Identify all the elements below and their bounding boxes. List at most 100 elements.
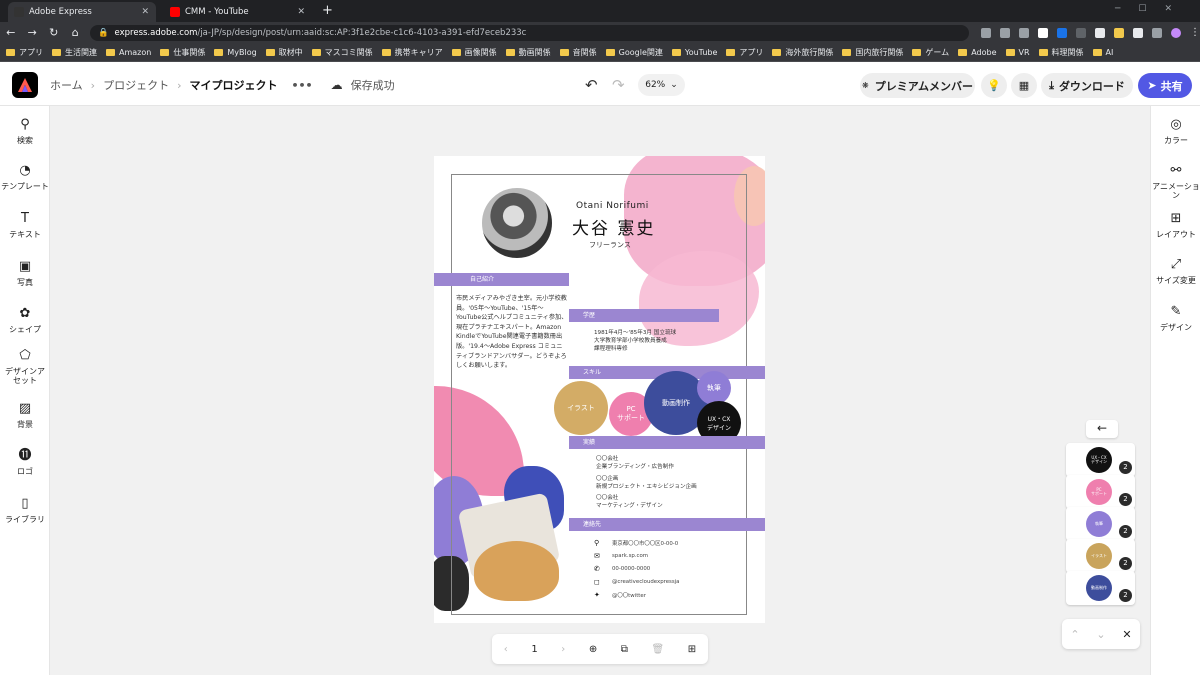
bookmark-item[interactable]: YouTube: [671, 48, 717, 57]
bookmark-star-icon[interactable]: [1019, 27, 1029, 38]
breadcrumb-my-project[interactable]: マイプロジェクト: [189, 77, 277, 93]
section-bar-contact[interactable]: 連絡先: [569, 518, 765, 531]
extension-icon[interactable]: [1095, 27, 1105, 38]
tab-youtube[interactable]: CMM - YouTube ✕: [164, 2, 312, 22]
chevron-down-icon[interactable]: ⌄: [1096, 628, 1105, 641]
forward-icon[interactable]: →: [21, 26, 42, 39]
adobe-express-logo[interactable]: [12, 72, 38, 98]
install-icon[interactable]: [981, 27, 991, 38]
achievement-detail[interactable]: 企業ブランディング・広告制作: [596, 464, 674, 472]
prev-page-icon[interactable]: ‹: [504, 644, 508, 655]
puzzle-icon[interactable]: [1133, 27, 1143, 38]
bookmark-item[interactable]: MyBlog: [214, 48, 257, 57]
layer-thumbnail[interactable]: イラスト 2: [1066, 539, 1135, 573]
breadcrumb-home[interactable]: ホーム: [50, 77, 83, 93]
achievement-company[interactable]: 〇〇企画: [596, 476, 618, 484]
extension-icon[interactable]: [1076, 27, 1086, 38]
design-canvas[interactable]: Otani Norifumi 大谷 憲史 フリーランス 自己紹介 市民メディアみ…: [434, 156, 765, 623]
rail-layout[interactable]: ⊞ レイアウト: [1151, 211, 1200, 239]
bookmark-item[interactable]: 仕事関係: [160, 47, 205, 58]
extension-icon[interactable]: [1038, 27, 1048, 38]
contact-address[interactable]: ⚲ 東京都〇〇市〇〇区0-00-0: [594, 539, 678, 547]
calendar-icon[interactable]: ▦: [1011, 73, 1037, 98]
bookmark-item[interactable]: Adobe: [958, 48, 997, 57]
zoom-dropdown[interactable]: 62% ⌄: [638, 74, 685, 96]
more-options-button[interactable]: •••: [291, 79, 312, 92]
url-input[interactable]: 🔒 express.adobe.com/ja-JP/sp/design/post…: [89, 24, 969, 41]
bookmark-item[interactable]: アプリ: [726, 47, 763, 58]
bookmark-item[interactable]: VR: [1005, 48, 1030, 57]
breadcrumb-projects[interactable]: プロジェクト: [103, 77, 169, 93]
bookmark-item[interactable]: 生活関連: [52, 47, 97, 58]
grid-view-icon[interactable]: ⊞: [688, 644, 696, 655]
bookmark-item[interactable]: 取材中: [265, 47, 303, 58]
profile-avatar[interactable]: [1171, 27, 1181, 38]
download-button[interactable]: ⤓ ダウンロード: [1041, 73, 1133, 98]
role-text[interactable]: フリーランス: [589, 240, 631, 250]
rail-design-assets[interactable]: ⬠ デザインアセット: [0, 348, 50, 385]
achievement-detail[interactable]: 新規プロジェクト・エキシビジョン企画: [596, 484, 697, 492]
layer-thumbnail[interactable]: 執筆 2: [1066, 507, 1135, 541]
rail-resize[interactable]: ⤢ サイズ変更: [1151, 257, 1200, 285]
lightbulb-icon[interactable]: 💡: [981, 73, 1007, 98]
extension-icon[interactable]: [1057, 27, 1067, 38]
redo-icon[interactable]: ↷: [612, 76, 625, 94]
home-icon[interactable]: ⌂: [64, 26, 85, 39]
profile-photo[interactable]: [480, 186, 554, 260]
rail-color[interactable]: ◎ カラー: [1151, 117, 1200, 145]
rail-library[interactable]: ▯ ライブラリ: [0, 496, 50, 524]
bookmark-item[interactable]: 動画関係: [505, 47, 551, 58]
bookmark-item[interactable]: Google関連: [605, 47, 663, 58]
layer-thumbnail[interactable]: UX・CX デザイン 2: [1066, 443, 1135, 477]
close-icon[interactable]: ✕: [1122, 628, 1131, 641]
achievement-company[interactable]: 〇〇会社: [596, 495, 618, 503]
section-bar-education[interactable]: 学歴: [569, 309, 719, 322]
new-tab-icon[interactable]: +: [322, 2, 333, 22]
name-romaji[interactable]: Otani Norifumi: [576, 201, 649, 211]
extension-icon[interactable]: [1114, 27, 1124, 38]
rail-design[interactable]: ✎ デザイン: [1151, 304, 1200, 332]
undo-icon[interactable]: ↶: [585, 76, 598, 94]
bookmark-item[interactable]: アプリ: [6, 47, 43, 58]
delete-page-icon[interactable]: 🗑: [652, 644, 665, 655]
bookmark-item[interactable]: AI: [1092, 48, 1113, 57]
bookmark-item[interactable]: 画像関係: [451, 47, 497, 58]
bookmark-item[interactable]: マスコミ関係: [311, 47, 373, 58]
contact-twitter[interactable]: ✦ @〇〇twitter: [594, 591, 646, 599]
rail-background[interactable]: ▨ 背景: [0, 401, 50, 429]
section-bar-achievements[interactable]: 実績: [569, 436, 765, 449]
contact-instagram[interactable]: ◻ @creativecloudexpressja: [594, 578, 679, 586]
rail-templates[interactable]: ◔ テンプレート: [0, 163, 50, 191]
tab-adobe-express[interactable]: Adobe Express ✕: [8, 2, 156, 22]
layer-thumbnail[interactable]: 動画制作 2: [1066, 571, 1135, 605]
add-page-icon[interactable]: ⊕: [589, 644, 597, 655]
share-button[interactable]: ➤ 共有: [1138, 73, 1192, 98]
intro-text[interactable]: 市民メディアみやざき主宰。元小学校教員。'05年〜YouTube、'15年〜Yo…: [456, 294, 568, 371]
education-line[interactable]: 大学教育学部小学校教員養成: [594, 338, 667, 346]
layer-thumbnail[interactable]: PC サポート 2: [1066, 475, 1135, 509]
bookmark-item[interactable]: Amazon: [106, 48, 151, 57]
window-controls[interactable]: ─☐✕: [1115, 4, 1190, 14]
bookmark-item[interactable]: ゲーム: [912, 47, 949, 58]
close-tab-icon[interactable]: ✕: [141, 7, 149, 17]
reload-icon[interactable]: ↻: [43, 26, 64, 39]
next-page-icon[interactable]: ›: [561, 644, 565, 655]
rail-text[interactable]: T テキスト: [0, 211, 50, 239]
achievement-detail[interactable]: マーケティング・デザイン: [596, 503, 663, 511]
name-japanese[interactable]: 大谷 憲史: [572, 214, 655, 239]
bookmark-item[interactable]: 料理関係: [1038, 47, 1084, 58]
contact-web[interactable]: ✉ spark.sp.com: [594, 552, 648, 560]
rail-photos[interactable]: ▣ 写真: [0, 259, 50, 287]
back-arrow-icon[interactable]: ←: [1086, 420, 1118, 438]
share-page-icon[interactable]: [1000, 27, 1010, 38]
education-line[interactable]: 課程理科専修: [594, 346, 628, 354]
chevron-up-icon[interactable]: ⌃: [1070, 628, 1079, 641]
rail-animation[interactable]: ⚯ アニメーション: [1151, 163, 1200, 200]
premium-member-button[interactable]: ❋ プレミアムメンバー: [860, 73, 975, 98]
achievement-company[interactable]: 〇〇会社: [596, 456, 618, 464]
duplicate-page-icon[interactable]: ⧉: [621, 644, 628, 655]
bookmark-item[interactable]: 海外旅行関係: [772, 47, 833, 58]
back-icon[interactable]: ←: [0, 26, 21, 39]
rail-logo[interactable]: ⓫ ロゴ: [0, 448, 50, 476]
bookmark-item[interactable]: 国内旅行関係: [842, 47, 903, 58]
